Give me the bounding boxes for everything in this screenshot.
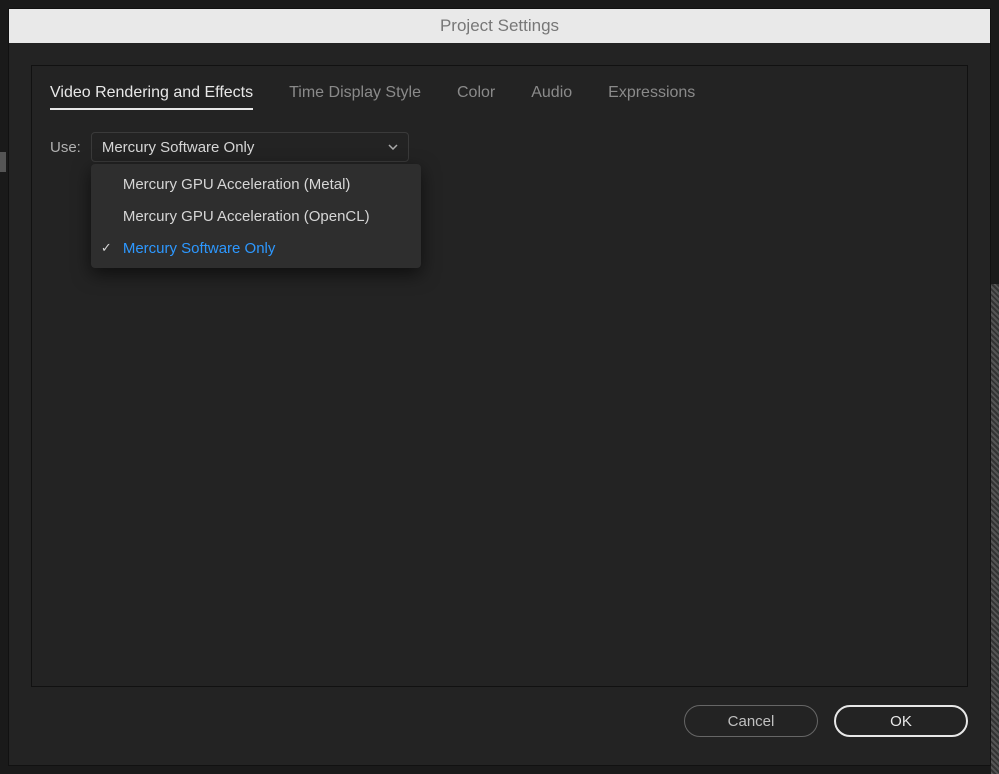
dialog-titlebar: Project Settings — [9, 9, 990, 43]
use-select: Mercury Software Only Mercury GPU Accele… — [91, 132, 409, 162]
ok-button[interactable]: OK — [834, 705, 968, 737]
option-mercury-gpu-metal[interactable]: Mercury GPU Acceleration (Metal) — [91, 168, 421, 200]
background-fragment — [991, 284, 999, 774]
background-fragment — [0, 152, 6, 172]
option-label: Mercury Software Only — [123, 240, 276, 257]
dialog-body: Video Rendering and Effects Time Display… — [9, 43, 990, 765]
chevron-down-icon — [388, 141, 398, 153]
option-label: Mercury GPU Acceleration (OpenCL) — [123, 208, 370, 225]
dialog-button-row: Cancel OK — [31, 687, 968, 743]
option-mercury-gpu-opencl[interactable]: Mercury GPU Acceleration (OpenCL) — [91, 200, 421, 232]
use-select-button[interactable]: Mercury Software Only — [91, 132, 409, 162]
use-select-value: Mercury Software Only — [102, 139, 255, 156]
dialog-title: Project Settings — [440, 16, 559, 36]
tab-video-rendering-effects[interactable]: Video Rendering and Effects — [50, 84, 253, 110]
tab-color[interactable]: Color — [457, 84, 495, 110]
use-select-dropdown: Mercury GPU Acceleration (Metal) Mercury… — [91, 164, 421, 268]
project-settings-dialog: Project Settings Video Rendering and Eff… — [8, 8, 991, 766]
option-label: Mercury GPU Acceleration (Metal) — [123, 176, 351, 193]
settings-panel: Video Rendering and Effects Time Display… — [31, 65, 968, 687]
use-label: Use: — [50, 139, 81, 156]
tab-time-display-style[interactable]: Time Display Style — [289, 84, 421, 110]
check-icon: ✓ — [101, 240, 112, 256]
cancel-button[interactable]: Cancel — [684, 705, 818, 737]
use-row: Use: Mercury Software Only Mercury GPU A… — [50, 132, 949, 162]
tab-audio[interactable]: Audio — [531, 84, 572, 110]
tab-expressions[interactable]: Expressions — [608, 84, 695, 110]
option-mercury-software-only[interactable]: ✓ Mercury Software Only — [91, 232, 421, 264]
tab-bar: Video Rendering and Effects Time Display… — [50, 84, 949, 110]
